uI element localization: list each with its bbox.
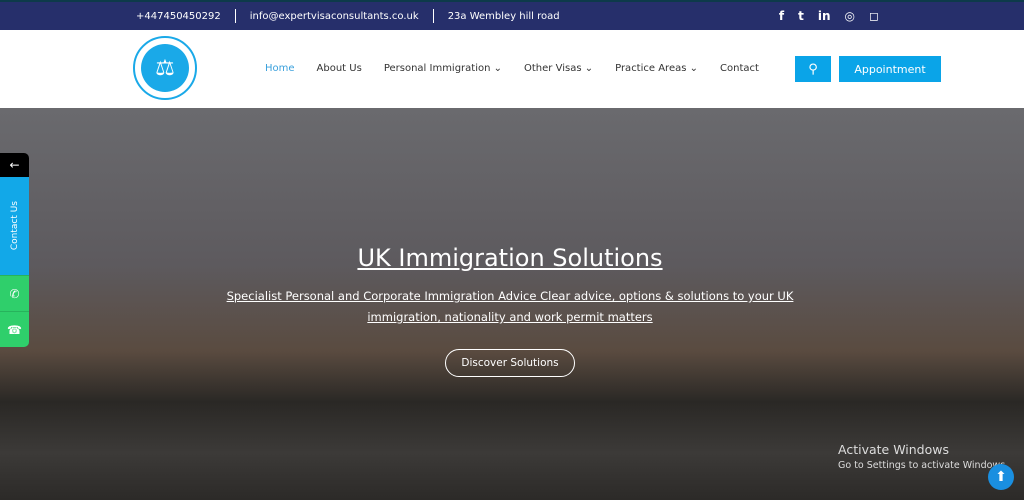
logo[interactable]: ⚖ <box>133 36 197 100</box>
nav-practice-areas[interactable]: Practice Areas ⌄ <box>615 63 698 74</box>
header: ⚖ Home About Us Personal Immigration ⌄ O… <box>0 30 1024 108</box>
nav-contact[interactable]: Contact <box>720 63 759 74</box>
watermark-sub: Go to Settings to activate Windows. <box>838 460 1009 471</box>
twitter-icon[interactable]: t <box>798 9 804 23</box>
phone-link[interactable]: +447450450292 <box>136 11 221 22</box>
watermark-title: Activate Windows <box>838 442 949 457</box>
hero-title: UK Immigration Solutions <box>357 244 663 272</box>
main-nav: Home About Us Personal Immigration ⌄ Oth… <box>265 63 781 74</box>
appointment-button[interactable]: Appointment <box>839 56 941 82</box>
arrow-up-icon: ⬆ <box>995 469 1007 485</box>
top-bar: +447450450292 info@expertvisaconsultants… <box>0 0 1024 30</box>
nav-home[interactable]: Home <box>265 63 295 74</box>
hero-subtitle: Specialist Personal and Corporate Immigr… <box>226 289 794 324</box>
linkedin-icon[interactable]: in <box>818 9 831 23</box>
arrow-left-icon[interactable]: ← <box>0 153 29 177</box>
phone-icon[interactable]: ☎ <box>0 311 29 347</box>
search-button[interactable]: ⚲ <box>795 56 831 82</box>
scales-icon: ⚖ <box>141 44 189 92</box>
nav-personal-immigration[interactable]: Personal Immigration ⌄ <box>384 63 502 74</box>
search-icon: ⚲ <box>808 61 818 77</box>
contact-label: Contact Us <box>9 201 20 251</box>
dribbble-icon[interactable]: ◎ <box>845 9 855 23</box>
email-link[interactable]: info@expertvisaconsultants.co.uk <box>250 11 419 22</box>
whatsapp-icon[interactable]: ✆ <box>0 275 29 311</box>
discover-solutions-button[interactable]: Discover Solutions <box>445 349 575 377</box>
divider <box>432 9 434 23</box>
contact-us-button[interactable]: Contact Us <box>0 177 29 275</box>
facebook-icon[interactable]: f <box>779 9 784 23</box>
nav-about[interactable]: About Us <box>317 63 362 74</box>
address: 23a Wembley hill road <box>447 10 560 22</box>
divider <box>234 9 236 23</box>
nav-other-visas[interactable]: Other Visas ⌄ <box>524 63 593 74</box>
instagram-icon[interactable]: ◻ <box>869 9 879 23</box>
side-contact-panel: ← Contact Us ✆ ☎ <box>0 153 29 347</box>
activate-windows-watermark: Activate Windows Go to Settings to activ… <box>838 442 1008 471</box>
scroll-to-top-button[interactable]: ⬆ <box>988 464 1014 490</box>
